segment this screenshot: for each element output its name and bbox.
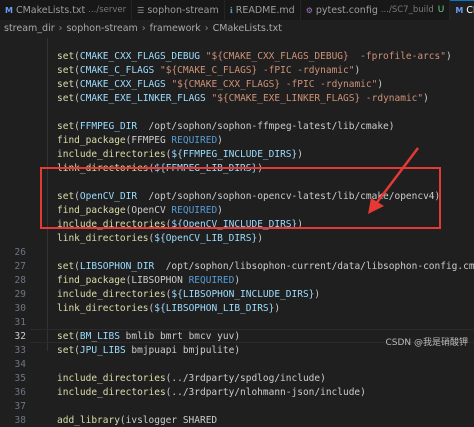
line-number: 34 bbox=[14, 358, 26, 370]
annotation-arrow bbox=[368, 147, 419, 214]
code-token: (../3rdparty/spdlog/include) bbox=[165, 372, 326, 384]
code-line[interactable]: 35 include_directories(../3rdparty/spdlog… bbox=[0, 371, 474, 385]
code-text: include_directories(../3rdparty/spdlog/i… bbox=[57, 373, 326, 384]
code-line[interactable]: 37 bbox=[0, 399, 474, 413]
code-text: include_directories(../3rdparty/nlohmann… bbox=[57, 387, 366, 398]
code-line[interactable]: 34 bbox=[0, 357, 474, 371]
code-token: (ivslogger SHARED bbox=[119, 414, 218, 426]
line-number: 38 bbox=[14, 414, 26, 426]
code-text: add_library(ivslogger SHARED bbox=[57, 415, 217, 426]
code-token: (../3rdparty/nlohmann-json/include) bbox=[165, 386, 366, 398]
line-number: 35 bbox=[14, 372, 26, 384]
watermark: CSDN @我是硝酸钾 bbox=[385, 338, 468, 348]
line-number: 36 bbox=[14, 386, 26, 398]
code-token: include_directories bbox=[57, 386, 166, 398]
code-token: include_directories bbox=[57, 372, 166, 384]
code-line[interactable]: 38 add_library(ivslogger SHARED bbox=[0, 413, 474, 427]
code-line[interactable]: 36 include_directories(../3rdparty/nlohma… bbox=[0, 385, 474, 399]
code-token: add_library bbox=[57, 414, 120, 426]
line-number: 37 bbox=[14, 400, 26, 412]
